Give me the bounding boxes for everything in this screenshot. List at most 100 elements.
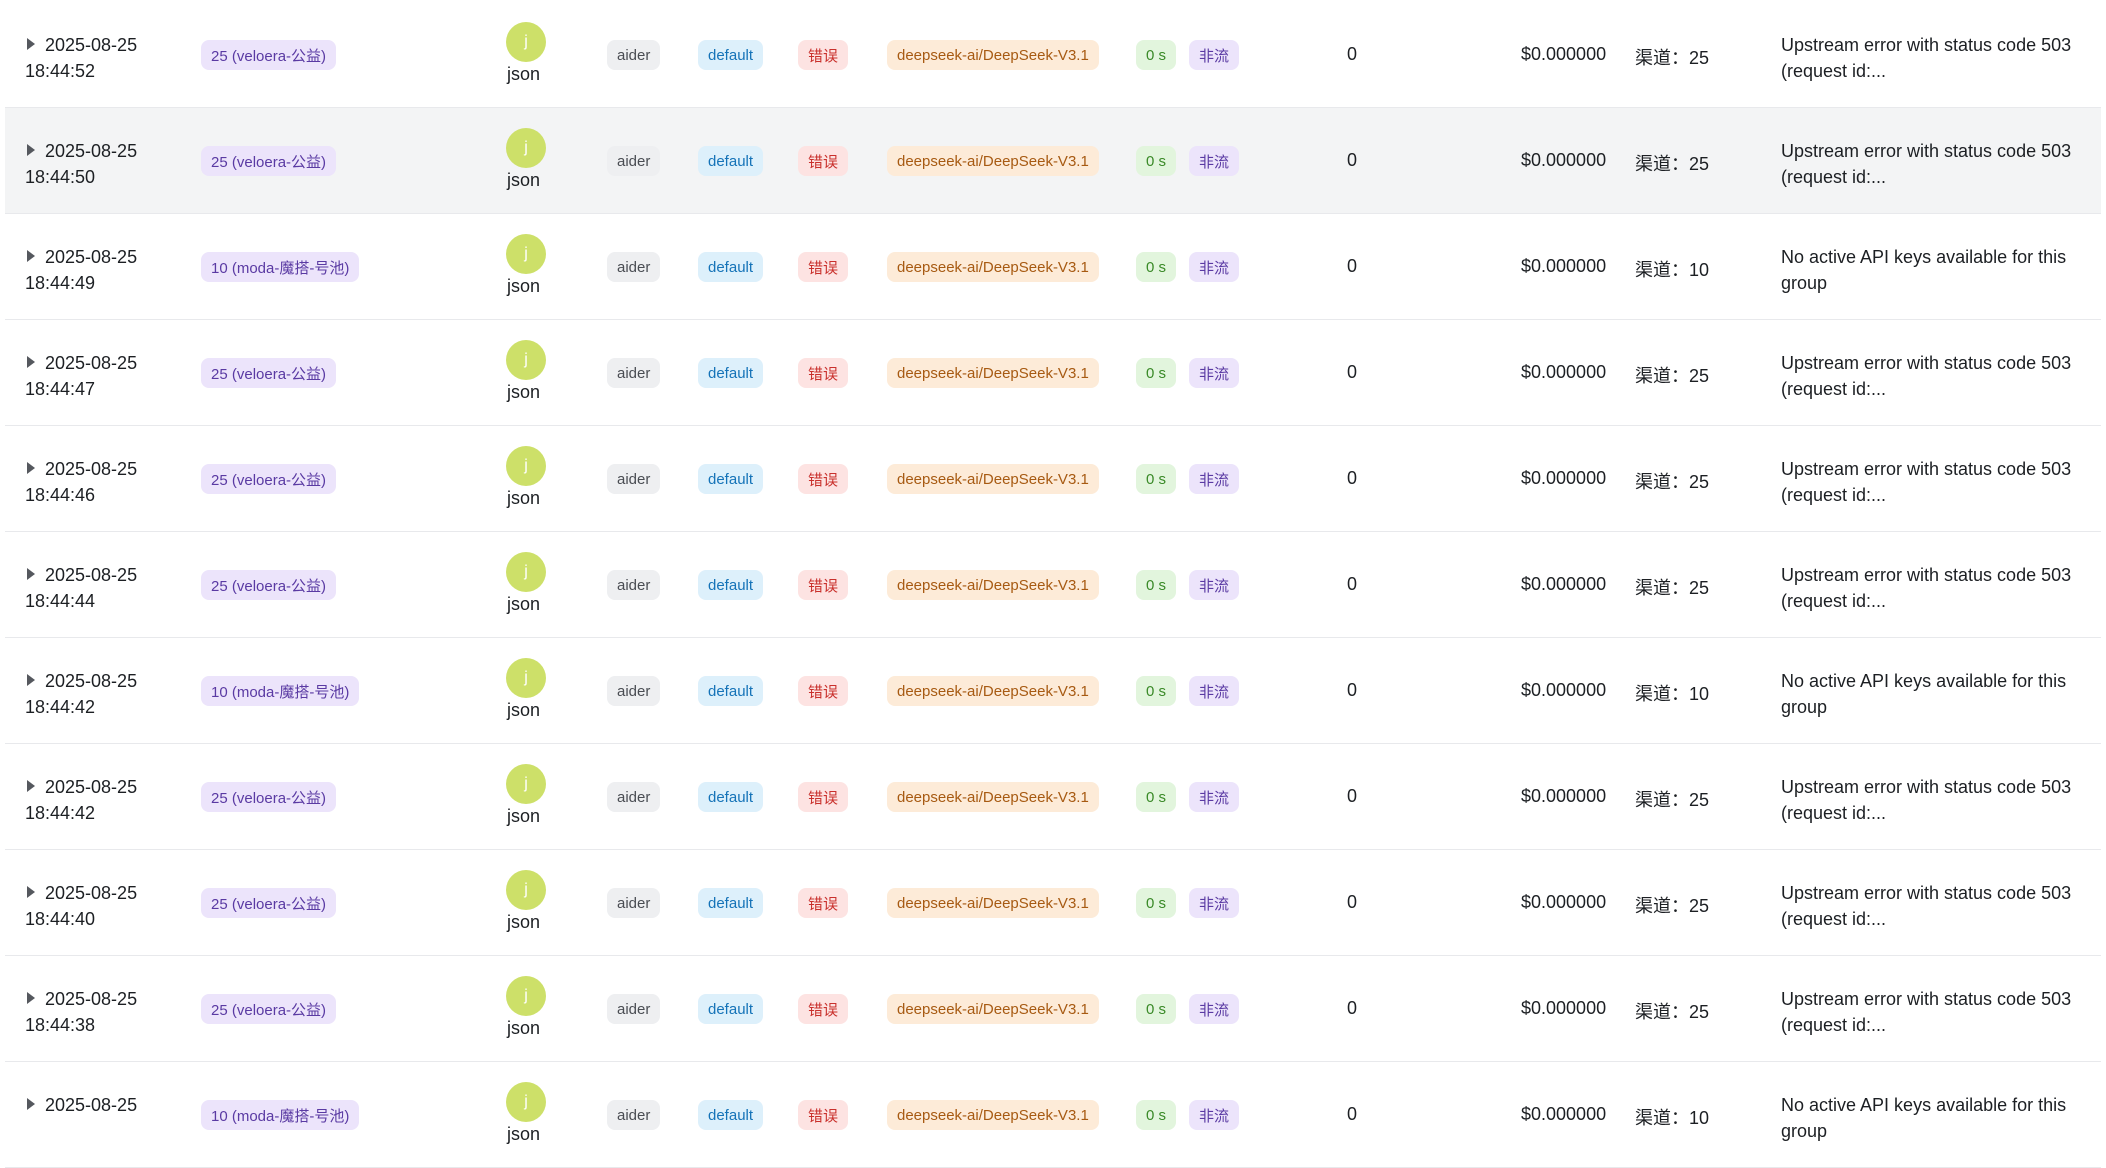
use-time-tag: 0 s <box>1136 464 1177 494</box>
log-date: 2025-08-25 <box>45 353 138 373</box>
use-time-tag: 0 s <box>1136 358 1177 388</box>
table-row[interactable]: 2025-08-25 18:44:38 25 (veloera-公益) j jso… <box>5 956 2101 1062</box>
channel-label: 渠道：25 <box>1635 578 1710 598</box>
user-name: json <box>507 1124 541 1144</box>
log-date: 2025-08-25 <box>45 1095 138 1115</box>
cost-value: $0.000000 <box>1521 44 1607 64</box>
detail-message: Upstream error with status code 503 (req… <box>1781 777 2072 823</box>
user-avatar: j <box>506 764 546 804</box>
token-count: 0 <box>1347 574 1358 594</box>
detail-message: Upstream error with status code 503 (req… <box>1781 883 2072 929</box>
user-avatar: j <box>506 658 546 698</box>
table-row[interactable]: 2025-08-25 18:44:52 25 (veloera-公益) j jso… <box>5 2 2101 108</box>
log-clock: 18:44:49 <box>25 273 96 293</box>
log-time: 2025-08-25 18:44:52 <box>25 32 137 84</box>
stream-type-tag: 非流 <box>1189 146 1240 176</box>
token-name-tag: aider <box>607 146 661 176</box>
use-time-tag: 0 s <box>1136 40 1177 70</box>
group-tag: default <box>698 994 764 1024</box>
cost-value: $0.000000 <box>1521 256 1607 276</box>
user-avatar: j <box>506 1082 546 1122</box>
log-clock: 18:44:42 <box>25 697 96 717</box>
channel-label: 渠道：10 <box>1635 684 1710 704</box>
table-row[interactable]: 2025-08-25 18:44:42 25 (veloera-公益) j jso… <box>5 744 2101 850</box>
log-date: 2025-08-25 <box>45 671 138 691</box>
model-tag[interactable]: deepseek-ai/DeepSeek-V3.1 <box>887 146 1099 176</box>
model-tag[interactable]: deepseek-ai/DeepSeek-V3.1 <box>887 464 1099 494</box>
use-time-tag: 0 s <box>1136 994 1177 1024</box>
token-name-tag: aider <box>607 1100 661 1130</box>
detail-message: No active API keys available for this gr… <box>1781 671 2067 717</box>
log-clock: 18:44:38 <box>25 1015 96 1035</box>
model-tag[interactable]: deepseek-ai/DeepSeek-V3.1 <box>887 1100 1099 1130</box>
channel-tag: 25 (veloera-公益) <box>201 888 337 918</box>
log-clock: 18:44:46 <box>25 485 96 505</box>
user-avatar: j <box>506 340 546 380</box>
use-time-tag: 0 s <box>1136 252 1177 282</box>
channel-tag: 10 (moda-魔搭-号池) <box>201 252 360 282</box>
token-name-tag: aider <box>607 464 661 494</box>
table-row[interactable]: 2025-08-25 18:44:40 25 (veloera-公益) j jso… <box>5 850 2101 956</box>
use-time-tag: 0 s <box>1136 1100 1177 1130</box>
token-name-tag: aider <box>607 782 661 812</box>
cost-value: $0.000000 <box>1521 1104 1607 1124</box>
log-date: 2025-08-25 <box>45 35 138 55</box>
log-date: 2025-08-25 <box>45 247 138 267</box>
user-avatar: j <box>506 22 546 62</box>
user-avatar: j <box>506 234 546 274</box>
model-tag[interactable]: deepseek-ai/DeepSeek-V3.1 <box>887 358 1099 388</box>
channel-label: 渠道：25 <box>1635 366 1710 386</box>
channel-tag: 25 (veloera-公益) <box>201 570 337 600</box>
stream-type-tag: 非流 <box>1189 358 1240 388</box>
table-row[interactable]: 2025-08-25 18:44:42 10 (moda-魔搭-号池) j jso… <box>5 638 2101 744</box>
detail-message: Upstream error with status code 503 (req… <box>1781 565 2072 611</box>
model-tag[interactable]: deepseek-ai/DeepSeek-V3.1 <box>887 994 1099 1024</box>
channel-tag: 10 (moda-魔搭-号池) <box>201 676 360 706</box>
table-row[interactable]: 2025-08-25 18:44:46 25 (veloera-公益) j jso… <box>5 426 2101 532</box>
user-avatar: j <box>506 870 546 910</box>
status-badge: 错误 <box>798 994 849 1024</box>
token-count: 0 <box>1347 256 1358 276</box>
model-tag[interactable]: deepseek-ai/DeepSeek-V3.1 <box>887 676 1099 706</box>
status-badge: 错误 <box>798 888 849 918</box>
user-name: json <box>507 594 541 614</box>
table-row[interactable]: 2025-08-25 18:44:49 10 (moda-魔搭-号池) j jso… <box>5 214 2101 320</box>
channel-tag: 25 (veloera-公益) <box>201 146 337 176</box>
user-avatar: j <box>506 552 546 592</box>
group-tag: default <box>698 888 764 918</box>
log-clock: 18:44:47 <box>25 379 96 399</box>
model-tag[interactable]: deepseek-ai/DeepSeek-V3.1 <box>887 782 1099 812</box>
log-clock: 18:44:52 <box>25 61 96 81</box>
log-time: 2025-08-25 18:44:49 <box>25 244 137 296</box>
user-name: json <box>507 64 541 84</box>
token-count: 0 <box>1347 468 1358 488</box>
user-name: json <box>507 276 541 296</box>
table-row[interactable]: 2025-08-25 18:44:47 25 (veloera-公益) j jso… <box>5 320 2101 426</box>
model-tag[interactable]: deepseek-ai/DeepSeek-V3.1 <box>887 570 1099 600</box>
channel-tag: 25 (veloera-公益) <box>201 464 337 494</box>
user-name: json <box>507 806 541 826</box>
cost-value: $0.000000 <box>1521 786 1607 806</box>
model-tag[interactable]: deepseek-ai/DeepSeek-V3.1 <box>887 40 1099 70</box>
model-tag[interactable]: deepseek-ai/DeepSeek-V3.1 <box>887 252 1099 282</box>
log-time: 2025-08-25 18:44:50 <box>25 138 137 190</box>
group-tag: default <box>698 358 764 388</box>
channel-label: 渠道：25 <box>1635 154 1710 174</box>
token-name-tag: aider <box>607 570 661 600</box>
model-tag[interactable]: deepseek-ai/DeepSeek-V3.1 <box>887 888 1099 918</box>
cost-value: $0.000000 <box>1521 680 1607 700</box>
user-name: json <box>507 488 541 508</box>
table-row[interactable]: 2025-08-25 10 (moda-魔搭-号池) j json aider … <box>5 1062 2101 1168</box>
use-time-tag: 0 s <box>1136 570 1177 600</box>
channel-label: 渠道：25 <box>1635 1002 1710 1022</box>
stream-type-tag: 非流 <box>1189 994 1240 1024</box>
log-clock: 18:44:42 <box>25 803 96 823</box>
table-row[interactable]: 2025-08-25 18:44:44 25 (veloera-公益) j jso… <box>5 532 2101 638</box>
status-badge: 错误 <box>798 464 849 494</box>
user-name: json <box>507 700 541 720</box>
table-row[interactable]: 2025-08-25 18:44:50 25 (veloera-公益) j jso… <box>5 108 2101 214</box>
user-avatar: j <box>506 446 546 486</box>
detail-message: Upstream error with status code 503 (req… <box>1781 141 2072 187</box>
cost-value: $0.000000 <box>1521 150 1607 170</box>
channel-label: 渠道：25 <box>1635 472 1710 492</box>
